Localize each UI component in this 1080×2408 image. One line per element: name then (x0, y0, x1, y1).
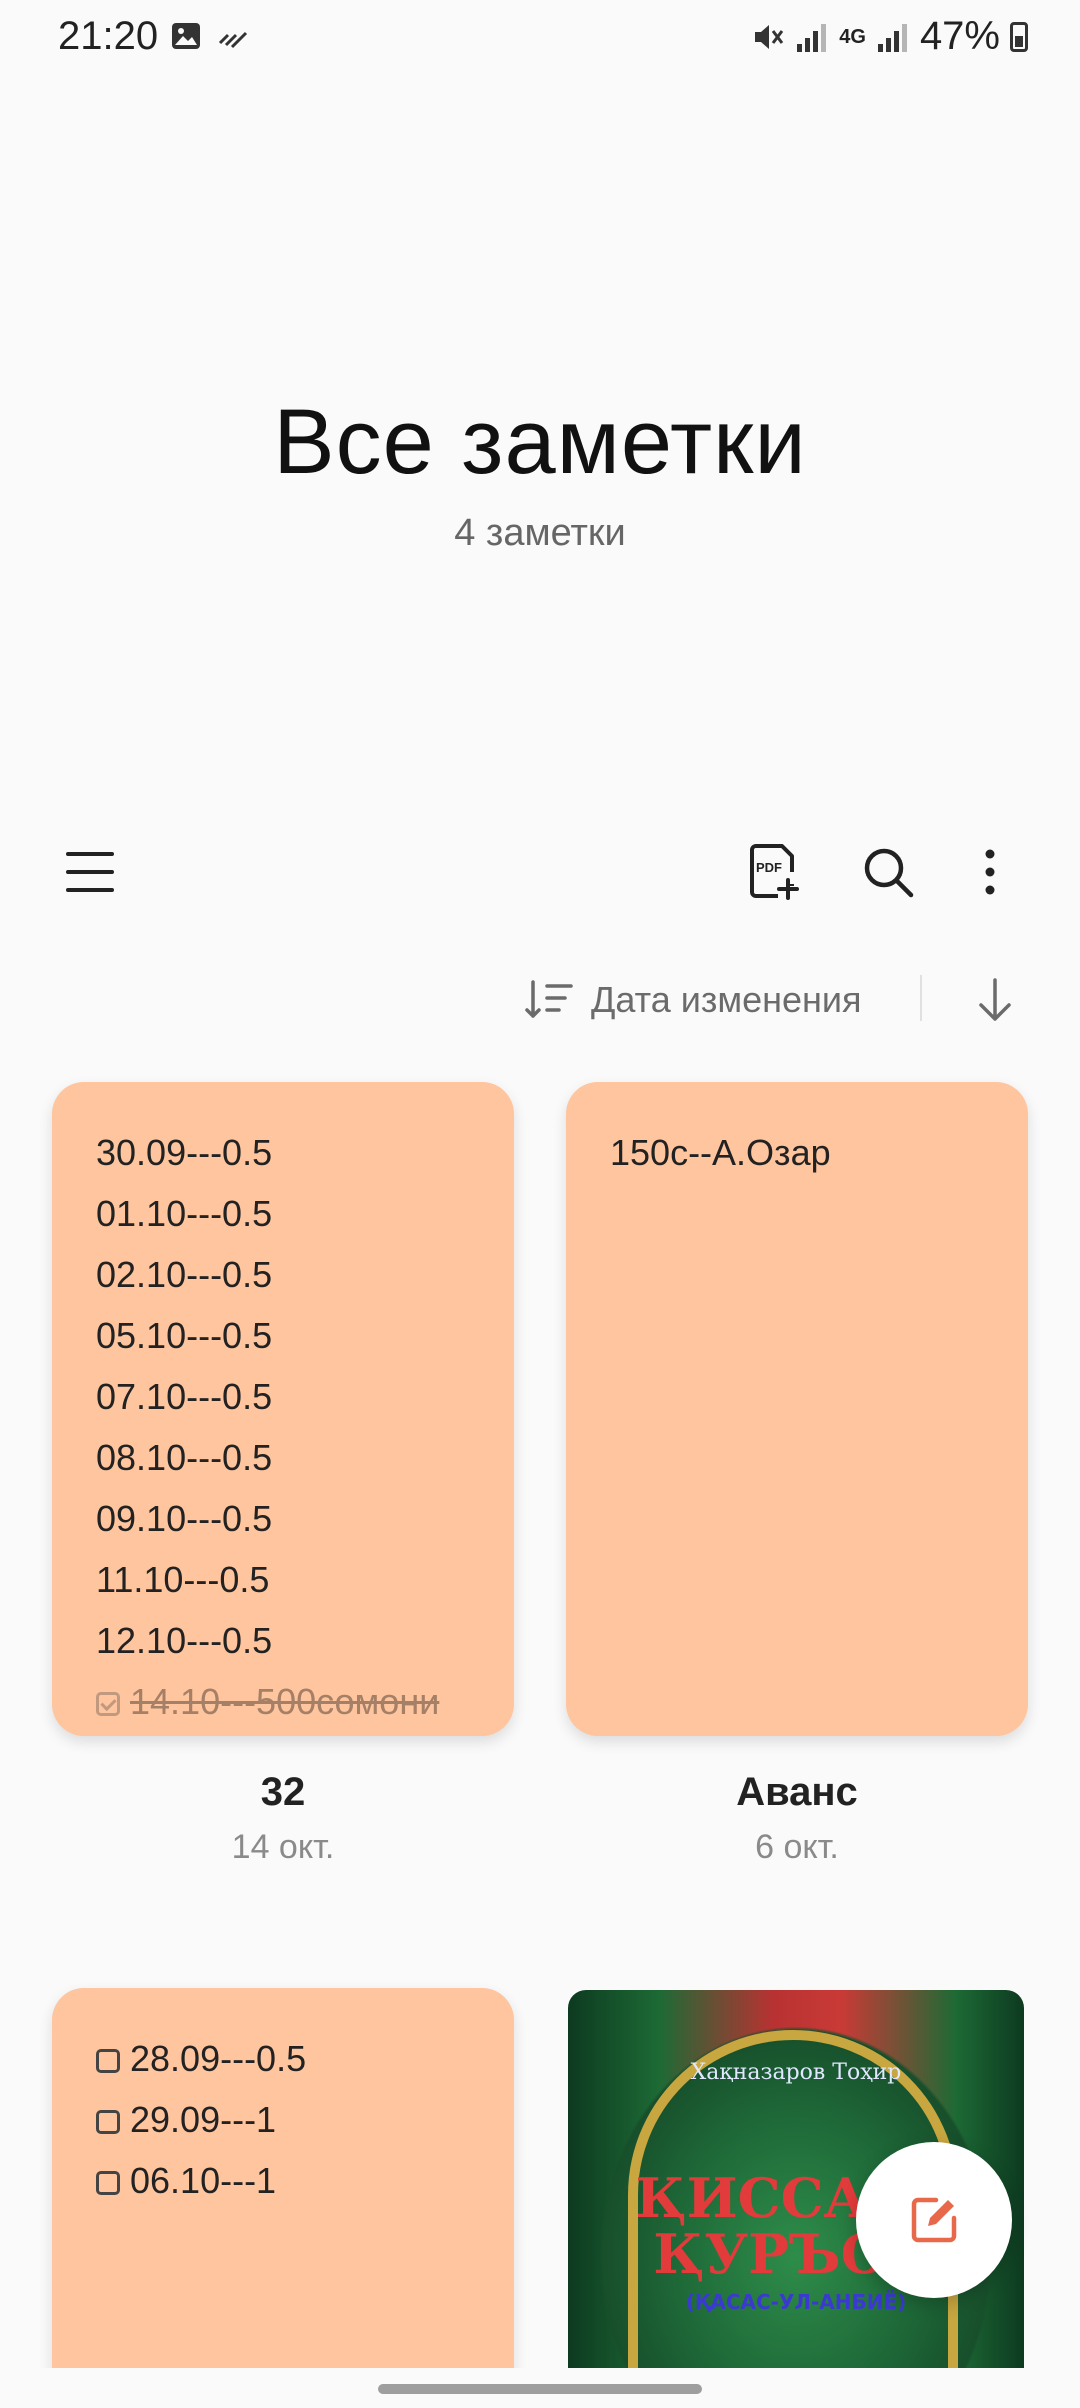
note-title: Аванс (736, 1770, 858, 1814)
note-title: 32 (260, 1770, 306, 1814)
pdf-add-icon: PDF (750, 844, 799, 900)
more-vertical-icon (985, 849, 995, 895)
search-button[interactable] (848, 832, 928, 912)
signal-icon (795, 22, 829, 52)
battery-icon (1010, 21, 1028, 52)
note-line: 150с--А.Озар (610, 1132, 831, 1173)
notes-count: 4 заметки (454, 512, 626, 554)
note-line: 30.09---0.5 (96, 1132, 273, 1173)
note-content: 28.09---0.5 29.09---1 06.10---1 (96, 2028, 306, 2211)
note-line: 08.10---0.5 (96, 1437, 273, 1478)
checklist-item-text: 14.10---500сомони (130, 1681, 440, 1722)
page-title: Все заметки (273, 391, 807, 493)
compose-note-icon (911, 2197, 957, 2243)
status-time: 21:20 (58, 14, 159, 58)
note-date: 14 окт. (231, 1828, 335, 1866)
arrow-down-icon (979, 978, 1011, 1021)
note-card[interactable]: 30.09---0.5 01.10---0.5 02.10---0.5 05.1… (52, 1082, 514, 1736)
sort-direction-button[interactable] (955, 960, 1035, 1040)
sort-icon (525, 980, 573, 1018)
home-gesture-handle[interactable] (378, 2384, 702, 2394)
checkbox-icon (96, 2049, 120, 2074)
note-line: 07.10---0.5 (96, 1376, 273, 1417)
mute-icon (755, 24, 784, 49)
menu-button[interactable] (50, 832, 130, 912)
status-bar: 21:20 4G 47% (0, 0, 1080, 80)
cover-author: Хақназаров Тоҳир (690, 2060, 902, 2085)
pdf-import-button[interactable]: PDF (734, 832, 814, 912)
signal-icon (876, 22, 910, 52)
hamburger-menu-icon (66, 852, 114, 892)
divider (920, 975, 922, 1021)
sort-label: Дата изменения (591, 979, 862, 1020)
checklist-item-text: 06.10---1 (130, 2160, 277, 2201)
new-note-button[interactable] (856, 2142, 1012, 2298)
more-options-button[interactable] (950, 832, 1030, 912)
checklist-item-done: 14.10---500сомони (96, 1671, 439, 1732)
checklist-item: 29.09---1 (96, 2089, 306, 2150)
note-card[interactable]: 150с--А.Озар (566, 1082, 1028, 1736)
note-date: 6 окт. (755, 1828, 839, 1866)
note-content: 30.09---0.5 01.10---0.5 02.10---0.5 05.1… (96, 1122, 439, 1732)
sort-button[interactable]: Дата изменения (525, 970, 862, 1030)
note-line: 09.10---0.5 (96, 1498, 273, 1539)
note-line: 05.10---0.5 (96, 1315, 273, 1356)
image-icon (172, 23, 200, 49)
search-icon (864, 848, 914, 898)
note-line: 11.10---0.5 (96, 1559, 270, 1600)
svg-text:PDF: PDF (756, 860, 782, 875)
missed-call-icon (218, 31, 248, 49)
note-line: 02.10---0.5 (96, 1254, 273, 1295)
note-line: 01.10---0.5 (96, 1193, 273, 1234)
checklist-item: 28.09---0.5 (96, 2028, 306, 2089)
note-line: 12.10---0.5 (96, 1620, 273, 1661)
checkbox-checked-icon (96, 1692, 120, 1717)
checkbox-icon (96, 2110, 120, 2135)
note-card[interactable]: 28.09---0.5 29.09---1 06.10---1 (52, 1988, 514, 2408)
note-content: 150с--А.Озар (610, 1122, 831, 1183)
checklist-item-text: 29.09---1 (130, 2099, 277, 2140)
battery-percent: 47% (919, 14, 1000, 58)
checklist-item: 06.10---1 (96, 2150, 306, 2211)
network-type: 4G (839, 25, 866, 48)
checklist-item-text: 28.09---0.5 (130, 2038, 307, 2079)
checkbox-icon (96, 2171, 120, 2196)
